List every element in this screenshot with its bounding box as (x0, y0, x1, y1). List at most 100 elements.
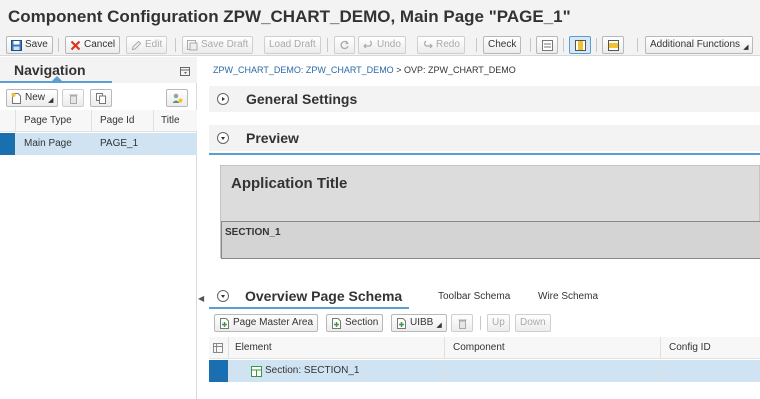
cell-page-id[interactable]: PAGE_1 (92, 133, 154, 155)
dropdown-indicator-icon: ◢ (436, 321, 442, 329)
cell-title[interactable] (154, 133, 197, 155)
dropdown-indicator-icon: ◢ (48, 96, 54, 104)
general-settings-header[interactable]: General Settings (209, 86, 760, 112)
new-button[interactable]: New ◢ (6, 89, 59, 107)
add-uibb-button[interactable]: UIBB ◢ (391, 314, 447, 332)
new-document-icon (11, 92, 21, 104)
preview-header[interactable]: Preview (209, 125, 760, 151)
overview-schema-header: Overview Page Schema Toolbar Schema Wire… (209, 285, 760, 309)
row-selector-header[interactable] (0, 110, 16, 132)
tab-underline (0, 81, 112, 83)
table-row[interactable]: Main Page PAGE_1 (0, 133, 197, 155)
schema-toolbar: Page Master Area Section UIBB ◢ Up Down (209, 312, 760, 334)
column-header-page-type[interactable]: Page Type (16, 110, 92, 132)
preview-divider (209, 153, 760, 155)
close-icon (70, 40, 81, 50)
preview-section[interactable]: SECTION_1 (221, 221, 760, 259)
additional-functions-button[interactable]: Additional Functions ◢ (645, 36, 754, 54)
save-draft-button[interactable]: Save Draft (182, 36, 254, 54)
breadcrumb-separator: > (393, 65, 404, 75)
toolbar-separator (480, 316, 481, 330)
breadcrumb-link[interactable]: ZPW_CHART_DEMO: ZPW_CHART_DEMO (213, 65, 394, 75)
move-down-button[interactable]: Down (515, 314, 551, 332)
additional-functions-label: Additional Functions (650, 39, 741, 50)
row-selector[interactable] (209, 360, 229, 382)
cancel-label: Cancel (84, 39, 116, 50)
overview-schema-title[interactable]: Overview Page Schema (245, 288, 402, 304)
save-draft-label: Save Draft (201, 39, 249, 50)
column-settings-icon[interactable] (209, 337, 229, 359)
layout-single-button[interactable] (536, 36, 558, 54)
breadcrumb: ZPW_CHART_DEMO: ZPW_CHART_DEMO > OVP: ZP… (213, 65, 516, 75)
collapse-icon[interactable] (217, 132, 229, 144)
uibb-label: UIBB (410, 317, 434, 328)
preview-canvas: Application Title SECTION_1 (220, 165, 760, 259)
undo-button[interactable]: Undo (358, 36, 406, 54)
copy-button[interactable] (90, 89, 112, 107)
toolbar-separator (596, 38, 597, 52)
redo-label: Redo (436, 39, 460, 50)
layout-columns-button[interactable] (569, 36, 591, 54)
application-title: Application Title (231, 175, 348, 192)
cell-config-id[interactable] (661, 360, 760, 382)
section-label: Section (345, 317, 379, 328)
toolbar-separator (476, 38, 477, 52)
down-label: Down (520, 317, 546, 328)
column-header-element[interactable]: Element (229, 337, 445, 359)
layout-rows-button[interactable] (602, 36, 624, 54)
layout-rows-icon (607, 39, 619, 51)
column-header-component[interactable]: Component (445, 337, 661, 359)
delete-element-button[interactable] (451, 314, 473, 332)
add-document-icon (332, 317, 341, 329)
title-bar: Component Configuration ZPW_CHART_DEMO, … (0, 0, 760, 34)
cell-element[interactable]: Section: SECTION_1 (229, 360, 445, 382)
column-header-config-id[interactable]: Config ID (661, 337, 760, 359)
table-header-row: Element Component Config ID (209, 337, 760, 359)
trash-icon (69, 94, 77, 104)
delete-button[interactable] (62, 89, 84, 107)
save-label: Save (25, 39, 48, 50)
toolbar-separator (175, 38, 176, 52)
layout-columns-icon (574, 39, 586, 51)
layout-single-icon (541, 39, 553, 51)
pencil-icon (131, 40, 142, 50)
load-draft-label: Load Draft (269, 39, 316, 50)
column-header-title[interactable]: Title (154, 110, 197, 132)
row-selector[interactable] (0, 133, 16, 155)
tab-wire-schema[interactable]: Wire Schema (538, 291, 598, 302)
user-settings-icon (172, 93, 182, 103)
cell-page-type[interactable]: Main Page (16, 133, 92, 155)
load-draft-button[interactable]: Load Draft (264, 36, 321, 54)
navigation-toolbar: New ◢ (0, 87, 197, 109)
tab-toolbar-schema[interactable]: Toolbar Schema (438, 291, 510, 302)
edit-button[interactable]: Edit (126, 36, 168, 54)
table-row[interactable]: Section: SECTION_1 (209, 360, 760, 382)
check-button[interactable]: Check (483, 36, 522, 54)
move-up-button[interactable]: Up (487, 314, 510, 332)
page-master-area-label: Page Master Area (233, 317, 314, 328)
breadcrumb-current: OVP: ZPW_CHART_DEMO (403, 65, 516, 75)
cancel-button[interactable]: Cancel (65, 36, 121, 54)
add-section-button[interactable]: Section (326, 314, 384, 332)
toolbar-separator (327, 38, 328, 52)
collapse-panel-icon[interactable]: ◀ (198, 294, 204, 303)
draft-icon (187, 39, 198, 50)
general-settings-title: General Settings (246, 91, 358, 107)
personalize-button[interactable] (166, 89, 188, 107)
expand-icon[interactable] (217, 93, 229, 105)
up-label: Up (492, 317, 505, 328)
toolbar-separator (637, 38, 638, 52)
page-title: Component Configuration ZPW_CHART_DEMO, … (8, 7, 571, 26)
add-document-icon (220, 317, 229, 329)
redo-button[interactable]: Redo (417, 36, 465, 54)
column-header-page-id[interactable]: Page Id (92, 110, 154, 132)
save-button[interactable]: Save (6, 36, 53, 54)
panel-toggle-icon[interactable] (180, 66, 191, 77)
refresh-button[interactable] (334, 36, 355, 54)
main-toolbar: Save Cancel Edit Save Draft Load Draft U… (0, 34, 760, 56)
section-grid-icon (251, 365, 262, 377)
cell-component[interactable] (445, 360, 661, 382)
page-master-area-button[interactable]: Page Master Area (214, 314, 319, 332)
collapse-icon[interactable] (217, 290, 229, 302)
copy-icon (95, 92, 106, 104)
